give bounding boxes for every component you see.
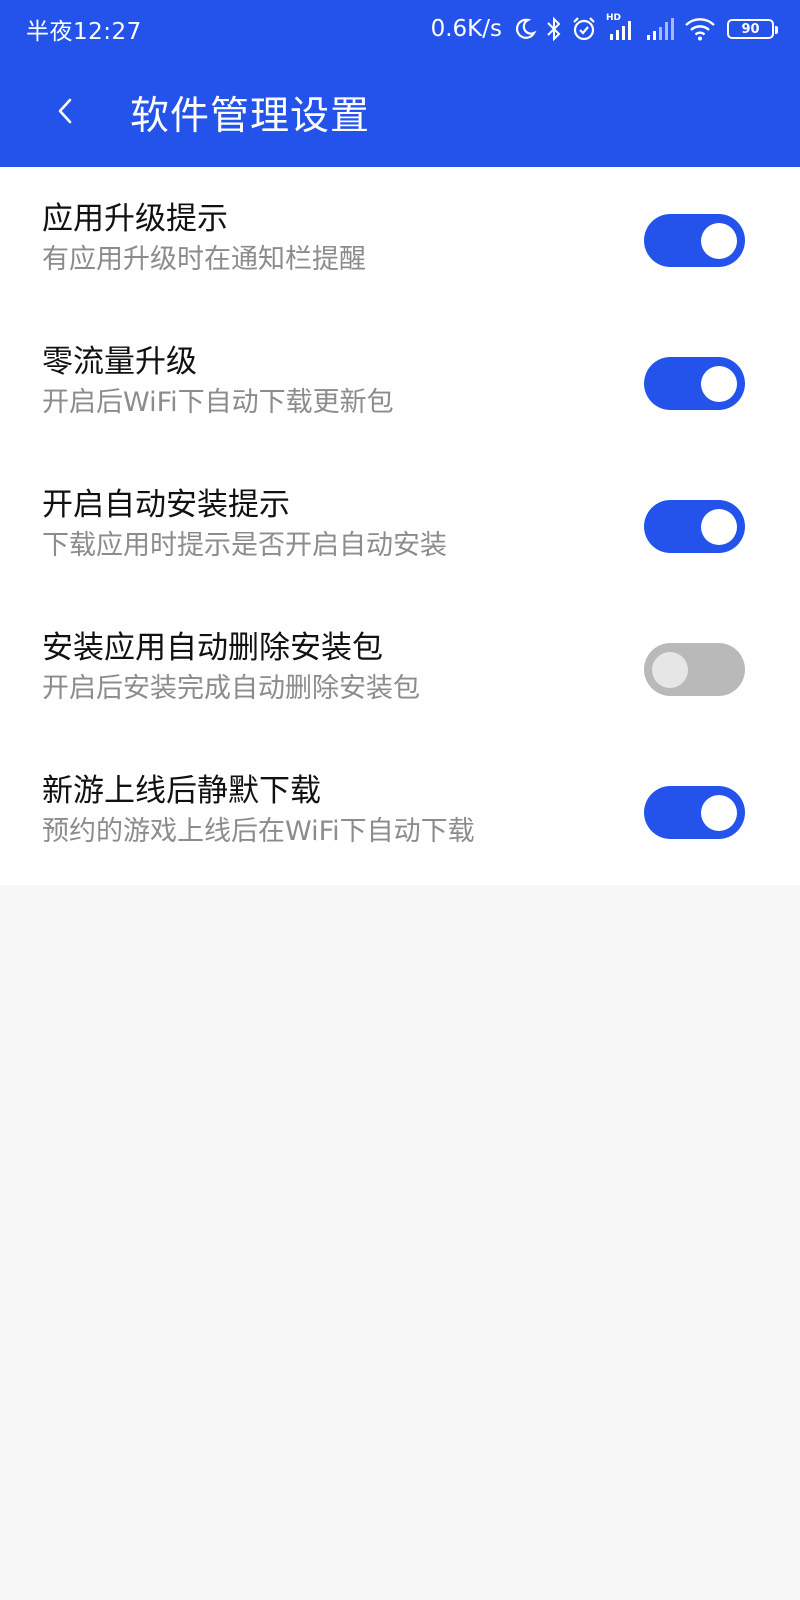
setting-title: 新游上线后静默下载 — [42, 772, 321, 809]
toggle-switch[interactable] — [644, 786, 745, 839]
setting-zero-data-upgrade[interactable]: 零流量升级 开启后WiFi下自动下载更新包 — [0, 310, 800, 453]
settings-list: 应用升级提示 有应用升级时在通知栏提醒 零流量升级 开启后WiFi下自动下载更新… — [0, 167, 800, 885]
setting-desc: 开启后WiFi下自动下载更新包 — [42, 386, 394, 418]
page-title: 软件管理设置 — [130, 93, 371, 139]
setting-auto-install-prompt[interactable]: 开启自动安装提示 下载应用时提示是否开启自动安装 — [0, 453, 800, 596]
status-time: 半夜12:27 — [26, 19, 142, 45]
toggle-switch[interactable] — [644, 357, 745, 410]
toggle-switch[interactable] — [644, 500, 745, 553]
network-speed: 0.6K/s — [430, 16, 502, 42]
setting-auto-delete-package[interactable]: 安装应用自动删除安装包 开启后安装完成自动删除安装包 — [0, 596, 800, 739]
toggle-knob — [701, 795, 737, 831]
chevron-left-icon — [55, 96, 75, 130]
back-button[interactable] — [0, 58, 130, 167]
setting-title: 零流量升级 — [42, 343, 197, 380]
signal-icon — [645, 14, 675, 44]
setting-desc: 有应用升级时在通知栏提醒 — [42, 243, 366, 275]
app-header: 半夜12:27 0.6K/s HD 90 软件管理设置 — [0, 0, 800, 167]
setting-silent-game-download[interactable]: 新游上线后静默下载 预约的游戏上线后在WiFi下自动下载 — [0, 739, 800, 882]
setting-app-upgrade-notice[interactable]: 应用升级提示 有应用升级时在通知栏提醒 — [0, 167, 800, 310]
battery-level: 90 — [741, 21, 760, 37]
toggle-switch[interactable] — [644, 214, 745, 267]
moon-icon — [513, 14, 537, 44]
signal-hd-icon: HD — [606, 14, 636, 44]
toggle-switch[interactable] — [644, 643, 745, 696]
setting-title: 应用升级提示 — [42, 200, 228, 237]
toggle-knob — [701, 223, 737, 259]
toggle-knob — [701, 366, 737, 402]
bluetooth-icon — [546, 14, 562, 44]
setting-desc: 开启后安装完成自动删除安装包 — [42, 672, 420, 704]
status-icons: 0.6K/s HD 90 — [430, 14, 778, 44]
toggle-knob — [652, 652, 688, 688]
wifi-icon — [684, 14, 716, 44]
alarm-icon — [571, 14, 597, 44]
empty-area — [0, 885, 800, 1600]
toggle-knob — [701, 509, 737, 545]
setting-desc: 下载应用时提示是否开启自动安装 — [42, 529, 447, 561]
battery-icon: 90 — [727, 19, 778, 39]
setting-title: 开启自动安装提示 — [42, 486, 290, 523]
status-bar: 半夜12:27 0.6K/s HD 90 — [0, 0, 800, 58]
hd-label: HD — [606, 13, 622, 23]
setting-title: 安装应用自动删除安装包 — [42, 629, 383, 666]
title-bar: 软件管理设置 — [0, 58, 800, 167]
setting-desc: 预约的游戏上线后在WiFi下自动下载 — [42, 815, 475, 847]
